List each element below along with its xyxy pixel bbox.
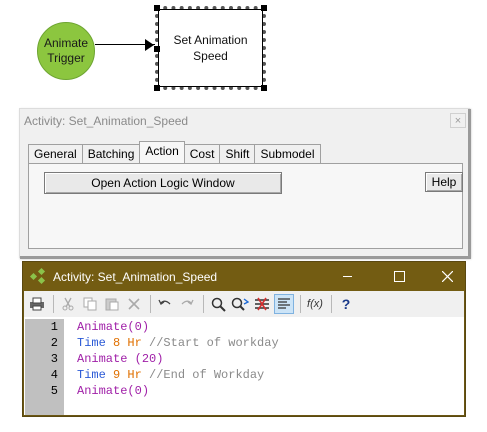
format-icon[interactable] xyxy=(274,294,294,314)
toolbar-separator xyxy=(331,295,332,313)
selection-handle[interactable] xyxy=(261,5,267,11)
flow-diagram: Animate Trigger Set Animation Speed xyxy=(0,0,487,100)
code-line[interactable]: Time 9 Hr //End of Workday xyxy=(77,367,279,383)
dialog-right-edge xyxy=(468,109,471,259)
app-icon xyxy=(29,267,47,285)
keyword: Time xyxy=(77,368,106,382)
arrow-head xyxy=(145,39,154,51)
tab-cost[interactable]: Cost xyxy=(183,144,221,163)
editor-titlebar[interactable]: Activity: Set_Animation_Speed xyxy=(23,262,465,291)
function-icon[interactable]: f(x) xyxy=(305,294,325,314)
copy-icon[interactable] xyxy=(80,294,100,314)
redo-icon[interactable] xyxy=(177,294,197,314)
line-number: 2 xyxy=(50,336,58,350)
dialog-titlebar[interactable]: Activity: Set_Animation_Speed xyxy=(20,109,469,133)
help-button[interactable]: Help xyxy=(425,172,463,192)
time-unit: Hr xyxy=(127,336,142,350)
action-logic-window: Activity: Set_Animation_Speed f(x) ? 1 2… xyxy=(22,261,466,417)
activity-node-label: Set Animation Speed xyxy=(173,33,248,63)
keyword: Animate xyxy=(77,384,128,398)
dialog-title: Activity: Set_Animation_Speed xyxy=(24,114,189,128)
selection-handle[interactable] xyxy=(154,46,160,52)
close-button[interactable] xyxy=(427,262,467,291)
maximize-button[interactable] xyxy=(379,262,419,291)
keyword: Time xyxy=(77,336,106,350)
line-number-gutter: 1 2 3 4 5 xyxy=(25,319,64,415)
animate-trigger-node[interactable]: Animate Trigger xyxy=(37,22,95,80)
find-replace-icon[interactable] xyxy=(230,294,250,314)
close-icon xyxy=(441,271,453,282)
set-animation-speed-node[interactable]: Set Animation Speed xyxy=(154,5,267,91)
editor-title: Activity: Set_Animation_Speed xyxy=(53,269,218,284)
help-icon[interactable]: ? xyxy=(336,294,356,314)
code-editor[interactable]: 1 2 3 4 5 Animate(0) Time 8 Hr //Start o… xyxy=(24,317,464,415)
compare-icon[interactable] xyxy=(252,294,272,314)
code-line[interactable]: Animate (20) xyxy=(77,351,279,367)
selection-handle[interactable] xyxy=(261,85,267,91)
dialog-bottom-edge xyxy=(20,256,471,259)
line-number: 1 xyxy=(50,320,58,334)
keyword: Animate xyxy=(77,320,128,334)
paste-icon[interactable] xyxy=(102,294,122,314)
code-line[interactable]: Animate(0) xyxy=(77,319,279,335)
minimize-button[interactable] xyxy=(327,262,367,291)
line-number: 5 xyxy=(50,384,58,398)
close-icon: × xyxy=(454,114,462,127)
activity-dialog: Activity: Set_Animation_Speed × General … xyxy=(19,108,471,259)
code-args: (20) xyxy=(127,352,164,366)
code-line[interactable]: Animate(0) xyxy=(77,383,279,399)
tab-action[interactable]: Action xyxy=(139,141,185,163)
toolbar-separator xyxy=(53,295,54,313)
help-label: ? xyxy=(341,296,351,312)
code-args: (0) xyxy=(127,384,150,398)
open-action-logic-button[interactable]: Open Action Logic Window xyxy=(44,172,282,194)
code-comment: //End of Workday xyxy=(141,368,265,382)
delete-icon[interactable] xyxy=(124,294,144,314)
action-tab-panel: Open Action Logic Window Help xyxy=(28,163,463,249)
cut-icon[interactable] xyxy=(58,294,78,314)
tab-batching[interactable]: Batching xyxy=(81,144,141,163)
toolbar-separator xyxy=(300,295,301,313)
code-lines[interactable]: Animate(0) Time 8 Hr //Start of workday … xyxy=(77,319,279,399)
line-number: 4 xyxy=(50,368,58,382)
keyword: Animate xyxy=(77,352,128,366)
find-icon[interactable] xyxy=(208,294,228,314)
selection-handle[interactable] xyxy=(154,85,160,91)
trigger-node-label: Animate Trigger xyxy=(43,36,89,65)
code-line[interactable]: Time 8 Hr //Start of workday xyxy=(77,335,279,351)
tab-shift[interactable]: Shift xyxy=(219,144,256,163)
time-unit: Hr xyxy=(127,368,142,382)
toolbar-separator xyxy=(203,295,204,313)
editor-toolbar: f(x) ? xyxy=(24,291,464,317)
code-args: 9 xyxy=(105,368,128,382)
line-number: 3 xyxy=(50,352,58,366)
tab-submodel[interactable]: Submodel xyxy=(254,144,321,163)
print-icon[interactable] xyxy=(27,294,47,314)
selection-handle[interactable] xyxy=(154,5,160,11)
undo-icon[interactable] xyxy=(155,294,175,314)
code-args: 8 xyxy=(105,336,128,350)
tab-general[interactable]: General xyxy=(28,144,83,163)
function-label: f(x) xyxy=(307,298,323,310)
code-args: (0) xyxy=(127,320,150,334)
dialog-tabs: General Batching Action Cost Shift Submo… xyxy=(28,141,321,164)
code-comment: //Start of workday xyxy=(141,336,279,350)
toolbar-separator xyxy=(150,295,151,313)
dialog-close-button[interactable]: × xyxy=(450,113,466,128)
